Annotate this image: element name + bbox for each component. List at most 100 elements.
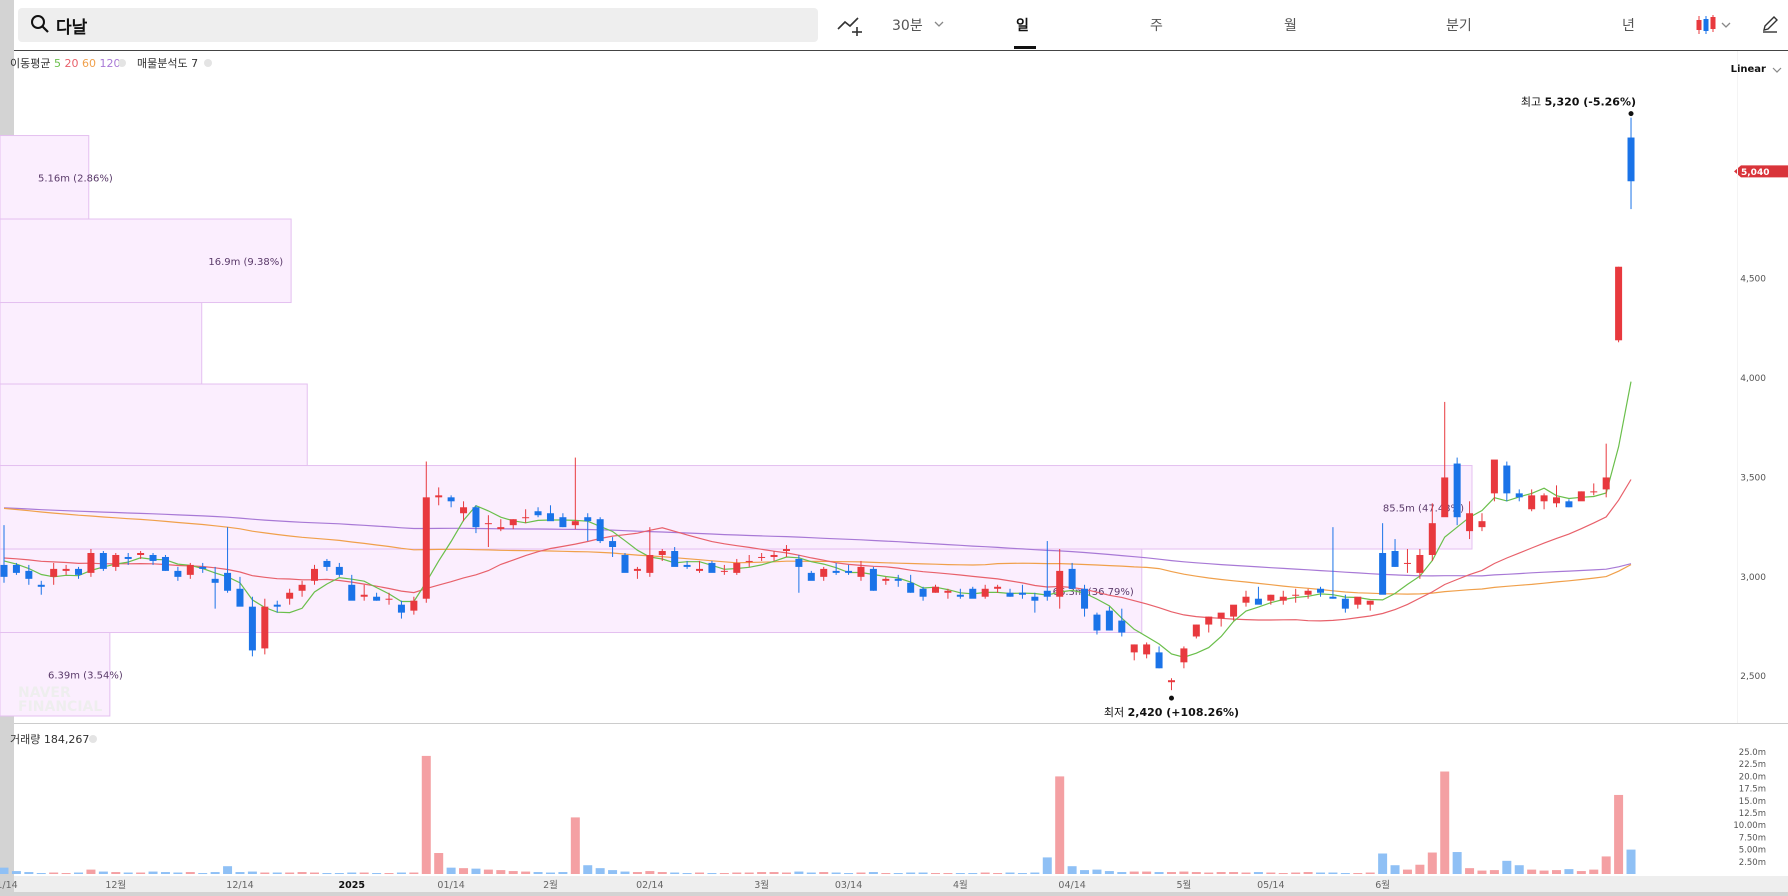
volume-bar bbox=[384, 873, 394, 875]
candle-body bbox=[658, 551, 666, 555]
volume-bar bbox=[310, 872, 319, 874]
volume-bar bbox=[1340, 873, 1350, 875]
volume-bar bbox=[409, 872, 419, 874]
volume-bar bbox=[744, 872, 754, 874]
candle-body bbox=[534, 511, 542, 516]
ma-legend: 이동평균 5 20 60 120 bbox=[10, 57, 120, 70]
volume-bar bbox=[608, 870, 618, 874]
candle-body bbox=[1143, 644, 1151, 655]
volume-legend: 거래량 184,267 bbox=[10, 733, 89, 746]
volume-bar bbox=[1303, 872, 1313, 874]
tab-week[interactable]: 주 bbox=[1150, 15, 1163, 35]
chevron-down-icon[interactable] bbox=[934, 20, 944, 28]
volume-bar bbox=[794, 871, 804, 874]
candle-body bbox=[447, 497, 455, 502]
candle-body bbox=[907, 582, 915, 593]
volume-bar bbox=[1179, 871, 1189, 874]
volume-bar bbox=[1030, 872, 1040, 874]
candle-body bbox=[1105, 610, 1113, 631]
x-tick-label: 01/14 bbox=[437, 880, 464, 891]
volume-bar bbox=[1191, 872, 1201, 874]
candle-body bbox=[1192, 624, 1200, 637]
price-chart[interactable]: 5.16m (2.86%) 16.9m (9.38%) 85.5m (47.43%)… bbox=[0, 51, 1788, 892]
volume-bar bbox=[1241, 872, 1251, 874]
pencil-icon[interactable] bbox=[1760, 14, 1780, 34]
candle-body bbox=[696, 568, 704, 571]
volume-bar bbox=[434, 853, 444, 874]
candle-body bbox=[633, 568, 641, 571]
candle-body bbox=[211, 578, 219, 583]
candle-body bbox=[1602, 477, 1610, 490]
candle-body bbox=[25, 570, 33, 579]
tab-year[interactable]: 년 bbox=[1622, 15, 1635, 35]
candle-body bbox=[1453, 463, 1461, 518]
close-icon[interactable] bbox=[89, 735, 97, 743]
chart-area[interactable]: 5.16m (2.86%) 16.9m (9.38%) 85.5m (47.43%)… bbox=[0, 51, 1788, 892]
candle-body bbox=[497, 527, 505, 530]
volume-bar bbox=[1527, 869, 1537, 874]
candle-body bbox=[1167, 680, 1175, 683]
x-tick-label: 6월 bbox=[1375, 879, 1390, 891]
y-tick-label: 2,500 bbox=[1740, 672, 1766, 682]
search-icon bbox=[31, 15, 49, 33]
candle-body bbox=[869, 568, 877, 591]
volume-bar bbox=[1576, 871, 1586, 874]
y-tick-label: 3,000 bbox=[1740, 573, 1766, 583]
candle-body bbox=[832, 570, 840, 573]
top-toolbar: 다날 30분 일 주 월 분기 년 bbox=[14, 0, 1788, 51]
candle-body bbox=[137, 552, 145, 555]
indicator-icon[interactable] bbox=[836, 14, 864, 36]
volume-bar bbox=[247, 871, 257, 874]
volume-bar bbox=[570, 817, 580, 874]
candle-body bbox=[1354, 596, 1362, 605]
candle-body bbox=[335, 566, 343, 575]
candle-body bbox=[1341, 598, 1349, 609]
candle-body bbox=[770, 554, 778, 557]
volume-bar bbox=[483, 869, 493, 874]
candle-body bbox=[1068, 568, 1076, 589]
candle-body bbox=[1267, 594, 1275, 601]
tab-month[interactable]: 월 bbox=[1284, 15, 1297, 35]
volume-tick-label: 7.50m bbox=[1739, 833, 1766, 843]
tab-30min[interactable]: 30분 bbox=[892, 15, 923, 35]
volume-bar bbox=[1067, 866, 1077, 874]
chart-screen: 다날 30분 일 주 월 분기 년 5.16m (2.86%) 16.9m (9… bbox=[0, 0, 1788, 892]
watermark-text: FINANCIAL bbox=[18, 699, 102, 715]
tab-day[interactable]: 일 bbox=[1016, 15, 1029, 35]
volume-bar bbox=[844, 873, 854, 875]
volume-bar bbox=[347, 872, 357, 874]
candle-body bbox=[410, 600, 418, 611]
candle-body bbox=[484, 523, 492, 525]
candle-body bbox=[373, 596, 381, 601]
volume-bar bbox=[670, 872, 680, 874]
candle-body bbox=[1590, 491, 1598, 493]
volume-bar bbox=[173, 872, 183, 874]
candle-body bbox=[1230, 604, 1238, 617]
candle-body bbox=[522, 517, 530, 519]
candle-body bbox=[348, 584, 356, 601]
volume-bar bbox=[1080, 870, 1090, 874]
search-query[interactable]: 다날 bbox=[56, 13, 87, 38]
candle-body bbox=[1329, 596, 1337, 599]
candle-body bbox=[261, 606, 269, 649]
volume-bar bbox=[1278, 873, 1288, 875]
candle-body bbox=[422, 497, 430, 599]
candle-body bbox=[161, 556, 169, 571]
candle-body bbox=[969, 588, 977, 599]
volume-bar bbox=[757, 872, 767, 874]
close-icon[interactable] bbox=[118, 59, 126, 67]
volume-bar bbox=[968, 873, 978, 875]
candle-type-icon[interactable] bbox=[1694, 14, 1734, 36]
candle-body bbox=[509, 519, 517, 526]
volume-bar bbox=[1204, 872, 1214, 874]
candle-body bbox=[1441, 477, 1449, 518]
volume-bar bbox=[1291, 872, 1301, 874]
x-tick-label: 4월 bbox=[953, 879, 968, 891]
tab-quarter[interactable]: 분기 bbox=[1446, 15, 1472, 35]
candle-body bbox=[50, 568, 58, 577]
volume-bar bbox=[632, 872, 642, 874]
stock-search-box[interactable]: 다날 bbox=[18, 8, 818, 42]
close-icon[interactable] bbox=[204, 59, 212, 67]
candle-body bbox=[460, 507, 468, 514]
candle-body bbox=[944, 590, 952, 593]
